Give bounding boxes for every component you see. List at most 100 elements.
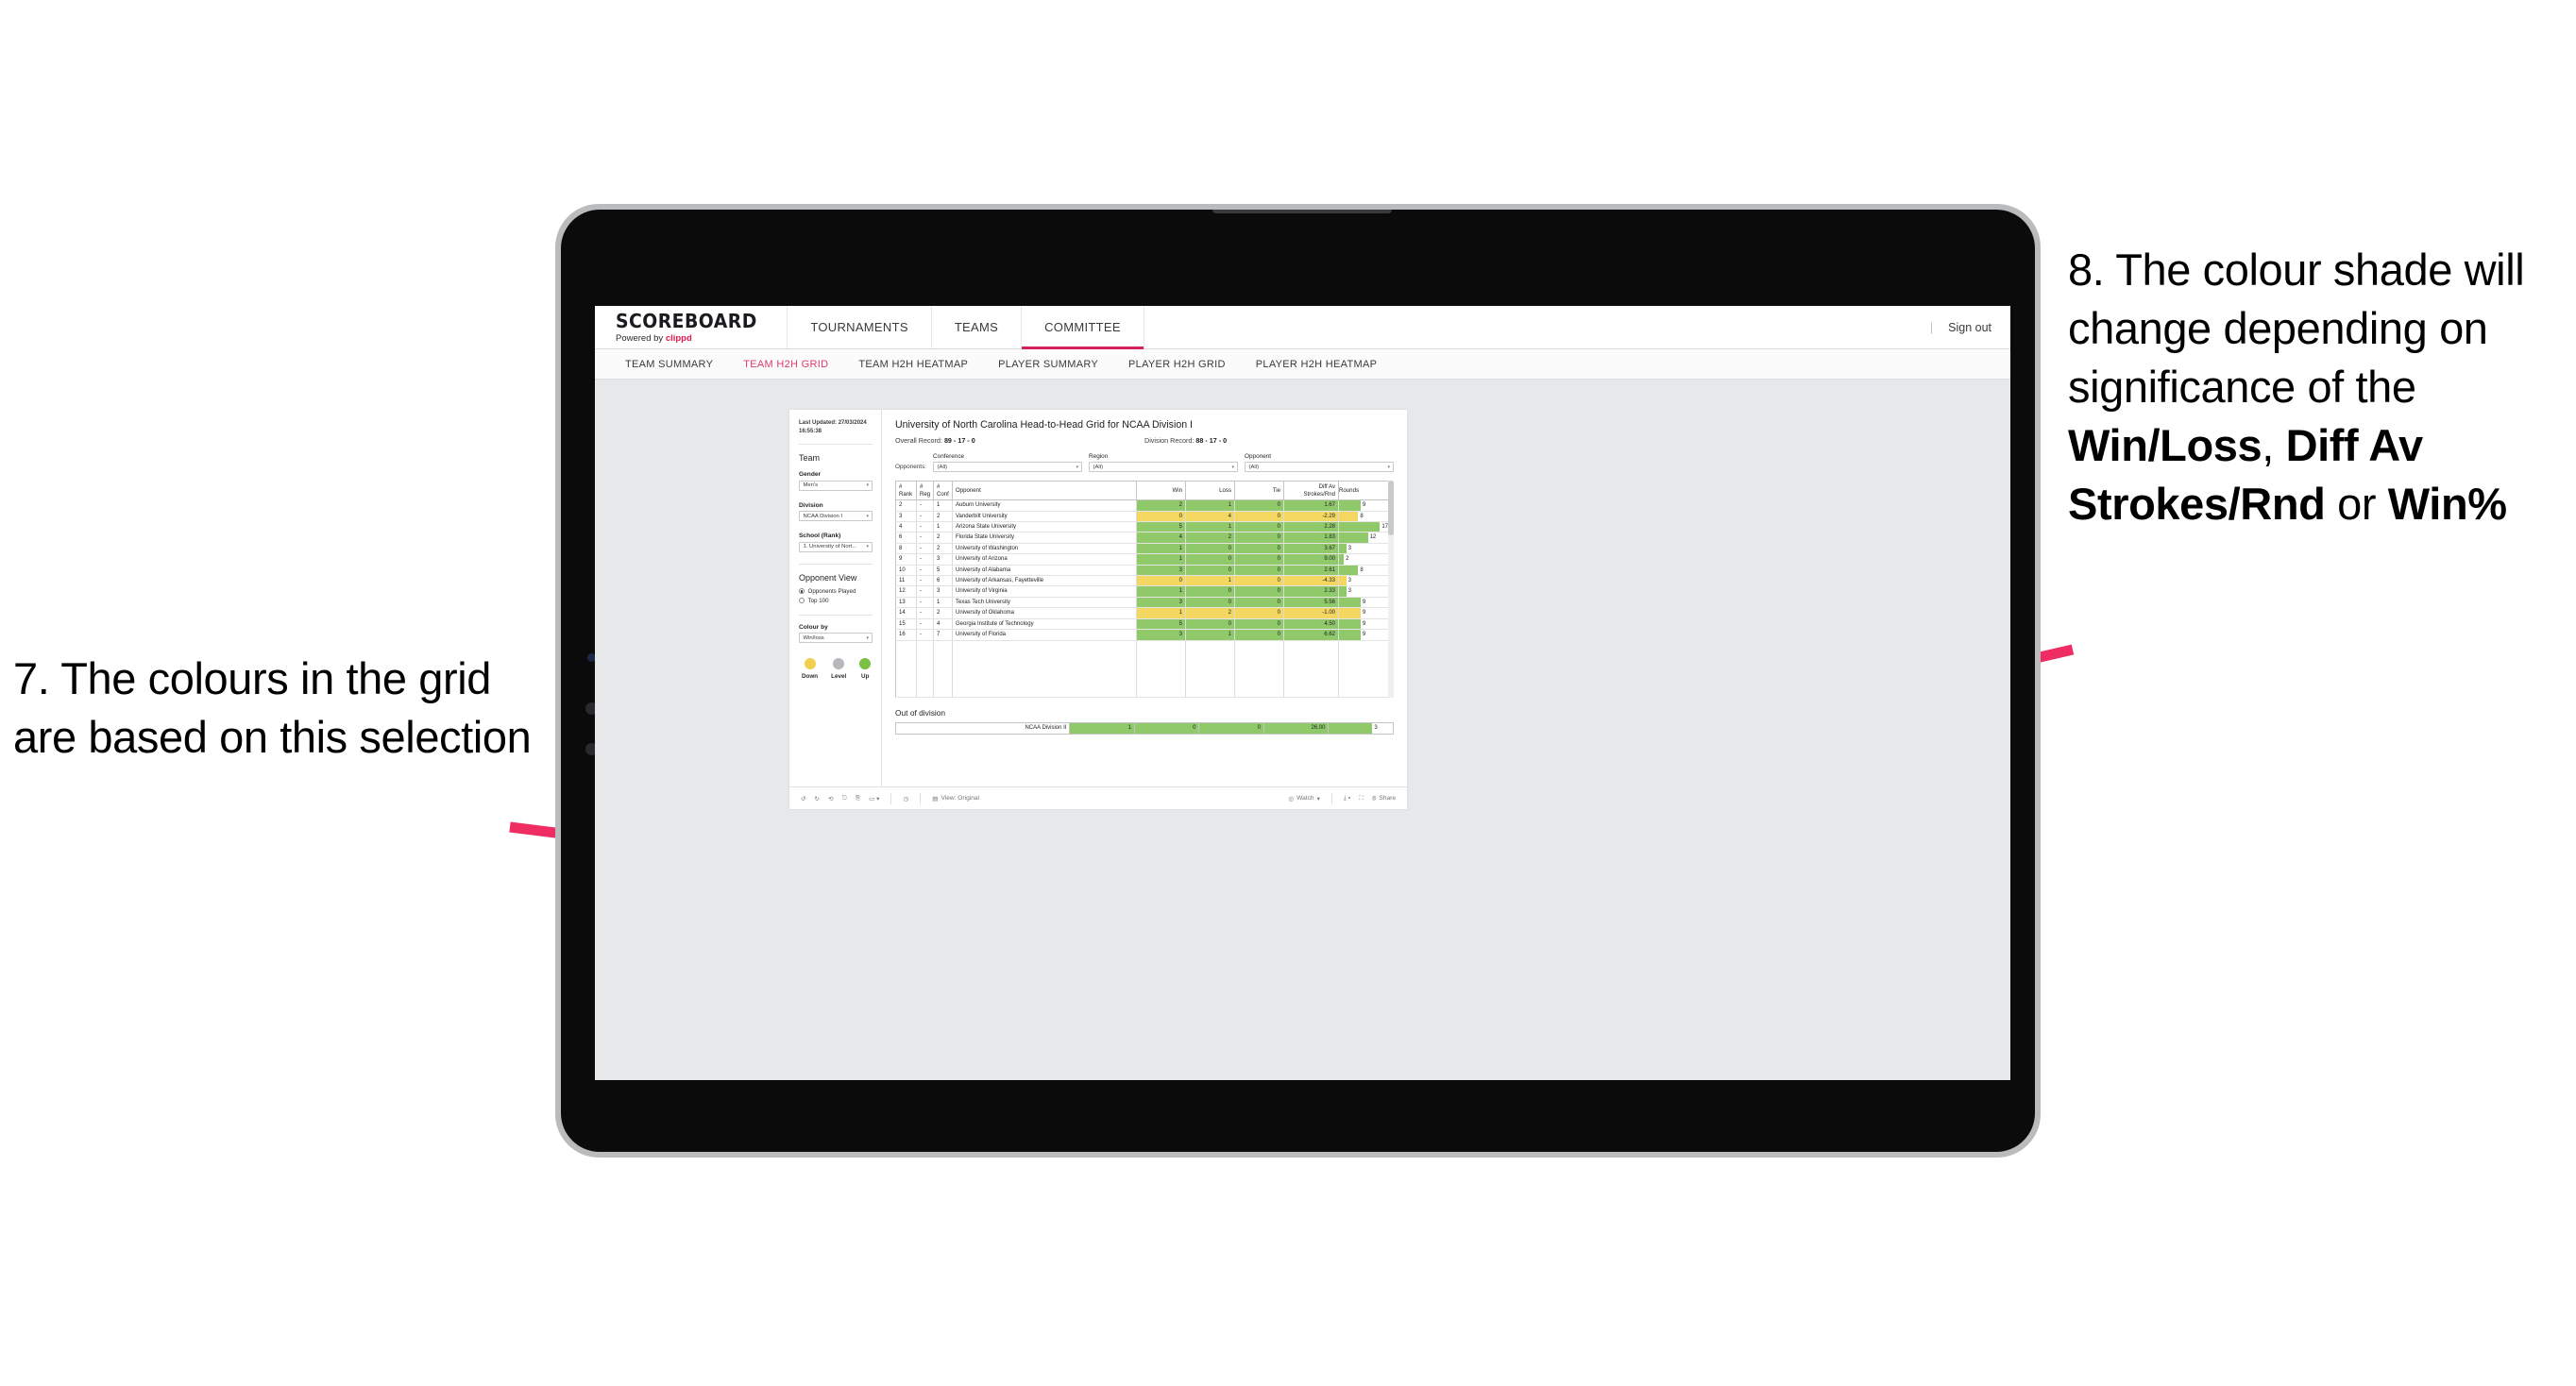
- cell-rank[interactable]: 3: [895, 511, 917, 523]
- cell-tie[interactable]: 0: [1234, 532, 1284, 544]
- cell-rank[interactable]: 9: [895, 553, 917, 566]
- cell-win[interactable]: 5: [1136, 618, 1186, 631]
- cell-diff-av-strokes[interactable]: 2.28: [1283, 521, 1339, 533]
- cell-opponent[interactable]: University of Washington: [952, 543, 1137, 555]
- table-row[interactable]: 3-2 Vanderbilt University 0 4 0 -2.29 8: [895, 511, 1394, 523]
- scrollbar-thumb[interactable]: [1388, 481, 1394, 535]
- cell-rounds[interactable]: 17: [1338, 521, 1394, 533]
- cell-tie[interactable]: 0: [1234, 575, 1284, 587]
- subnav-item-player-h2h-heatmap[interactable]: PLAYER H2H HEATMAP: [1241, 359, 1392, 370]
- cell-rounds[interactable]: 9: [1338, 597, 1394, 609]
- download-icon[interactable]: ⤓ ▾: [1344, 795, 1351, 803]
- cell-rounds[interactable]: 9: [1338, 607, 1394, 619]
- cell-reg[interactable]: -: [916, 629, 934, 641]
- cell-conf[interactable]: 6: [933, 575, 953, 587]
- table-row[interactable]: 4-1 Arizona State University 5 1 0 2.28 17: [895, 521, 1394, 533]
- cell-reg[interactable]: -: [916, 543, 934, 555]
- sign-out-link[interactable]: Sign out: [1948, 321, 1991, 334]
- cell-opponent[interactable]: University of Arizona: [952, 553, 1137, 566]
- cell-conf[interactable]: 1: [933, 521, 953, 533]
- cell-rank[interactable]: 4: [895, 521, 917, 533]
- grid-vertical-scrollbar[interactable]: [1388, 481, 1394, 698]
- cell-opponent[interactable]: Arizona State University: [952, 521, 1137, 533]
- cell-opponent[interactable]: Texas Tech University: [952, 597, 1137, 609]
- cell-opponent[interactable]: Vanderbilt University: [952, 511, 1137, 523]
- undo-icon[interactable]: ↺: [801, 795, 806, 803]
- view-original-button[interactable]: ▤ View: Original: [932, 795, 979, 803]
- cell-rank[interactable]: 14: [895, 607, 917, 619]
- share-button[interactable]: ⦻ Share: [1372, 795, 1396, 803]
- cell-opponent[interactable]: University of Oklahoma: [952, 607, 1137, 619]
- cell-win[interactable]: 1: [1136, 607, 1186, 619]
- cell-reg[interactable]: -: [916, 521, 934, 533]
- col-header-loss[interactable]: Loss: [1185, 480, 1235, 501]
- cell-loss[interactable]: 1: [1185, 499, 1235, 512]
- table-row[interactable]: 10-5 University of Alabama 3 0 0 2.61 8: [895, 565, 1394, 577]
- pause-auto-update-icon[interactable]: ⎘: [856, 795, 860, 803]
- cell-loss[interactable]: 2: [1185, 532, 1235, 544]
- table-row[interactable]: 16-7 University of Florida 3 1 0 6.62 9: [895, 629, 1394, 641]
- cell-diff-av-strokes[interactable]: 2.61: [1283, 565, 1339, 577]
- alerts-icon[interactable]: ◷: [903, 795, 908, 803]
- cell-win[interactable]: 0: [1136, 575, 1186, 587]
- cell-rank[interactable]: 15: [895, 618, 917, 631]
- cell-tie[interactable]: 0: [1234, 618, 1284, 631]
- out-of-division-row[interactable]: NCAA Division II 1 0 0 26.00 3: [894, 721, 1394, 735]
- filter-region-select[interactable]: (All) ▾: [1089, 462, 1239, 472]
- cell-diff-av-strokes[interactable]: 2.33: [1283, 585, 1339, 598]
- cell-rank[interactable]: 12: [895, 585, 917, 598]
- cell-rank[interactable]: 13: [895, 597, 917, 609]
- cell-rounds[interactable]: 2: [1338, 553, 1394, 566]
- cell-conf[interactable]: 4: [933, 618, 953, 631]
- cell-conf[interactable]: 1: [933, 597, 953, 609]
- ood-cell-win[interactable]: 1: [1069, 721, 1135, 735]
- revert-icon[interactable]: ⟲: [828, 795, 834, 803]
- cell-diff-av-strokes[interactable]: -2.29: [1283, 511, 1339, 523]
- table-row[interactable]: 2-1 Auburn University 2 1 0 1.67 9: [895, 499, 1394, 512]
- ood-cell-name[interactable]: NCAA Division II: [894, 721, 1071, 735]
- cell-opponent[interactable]: University of Florida: [952, 629, 1137, 641]
- cell-opponent[interactable]: University of Alabama: [952, 565, 1137, 577]
- table-row[interactable]: 15-4 Georgia Institute of Technology 5 0 0 4.…: [895, 618, 1394, 631]
- cell-tie[interactable]: 0: [1234, 629, 1284, 641]
- subnav-item-team-h2h-heatmap[interactable]: TEAM H2H HEATMAP: [843, 359, 983, 370]
- cell-rank[interactable]: 2: [895, 499, 917, 512]
- filter-conference-select[interactable]: (All) ▾: [933, 462, 1083, 472]
- cell-win[interactable]: 0: [1136, 511, 1186, 523]
- cell-diff-av-strokes[interactable]: -1.00: [1283, 607, 1339, 619]
- subnav-item-team-h2h-grid[interactable]: TEAM H2H GRID: [728, 359, 843, 370]
- cell-reg[interactable]: -: [916, 565, 934, 577]
- colour-by-select[interactable]: Win/loss ▾: [799, 633, 873, 644]
- cell-reg[interactable]: -: [916, 499, 934, 512]
- cell-loss[interactable]: 0: [1185, 597, 1235, 609]
- cell-win[interactable]: 3: [1136, 565, 1186, 577]
- cell-diff-av-strokes[interactable]: -4.33: [1283, 575, 1339, 587]
- gender-select[interactable]: Men's ▾: [799, 480, 873, 491]
- cell-conf[interactable]: 3: [933, 553, 953, 566]
- refresh-data-icon[interactable]: ⎋: [842, 795, 847, 803]
- cell-reg[interactable]: -: [916, 511, 934, 523]
- cell-loss[interactable]: 0: [1185, 543, 1235, 555]
- cell-tie[interactable]: 0: [1234, 511, 1284, 523]
- cell-win[interactable]: 5: [1136, 521, 1186, 533]
- col-header-rounds[interactable]: Rounds: [1338, 480, 1394, 501]
- cell-tie[interactable]: 0: [1234, 499, 1284, 512]
- table-row[interactable]: 9-3 University of Arizona 1 0 0 9.00 2: [895, 553, 1394, 566]
- cell-loss[interactable]: 1: [1185, 629, 1235, 641]
- cell-conf[interactable]: 3: [933, 585, 953, 598]
- cell-diff-av-strokes[interactable]: 4.50: [1283, 618, 1339, 631]
- cell-diff-av-strokes[interactable]: 9.00: [1283, 553, 1339, 566]
- col-header-conf[interactable]: # Conf: [933, 480, 953, 501]
- cell-diff-av-strokes[interactable]: 5.56: [1283, 597, 1339, 609]
- cell-reg[interactable]: -: [916, 532, 934, 544]
- subnav-item-player-h2h-grid[interactable]: PLAYER H2H GRID: [1113, 359, 1241, 370]
- cell-loss[interactable]: 0: [1185, 618, 1235, 631]
- cell-reg[interactable]: -: [916, 618, 934, 631]
- redo-icon[interactable]: ↻: [815, 795, 821, 803]
- cell-win[interactable]: 3: [1136, 597, 1186, 609]
- col-header-rank[interactable]: # Rank: [895, 480, 917, 501]
- col-header-diff-av-strokes[interactable]: Diff Av Strokes/Rnd: [1283, 480, 1339, 501]
- table-row[interactable]: 6-2 Florida State University 4 2 0 1.83 12: [895, 532, 1394, 544]
- cell-loss[interactable]: 1: [1185, 575, 1235, 587]
- cell-win[interactable]: 2: [1136, 499, 1186, 512]
